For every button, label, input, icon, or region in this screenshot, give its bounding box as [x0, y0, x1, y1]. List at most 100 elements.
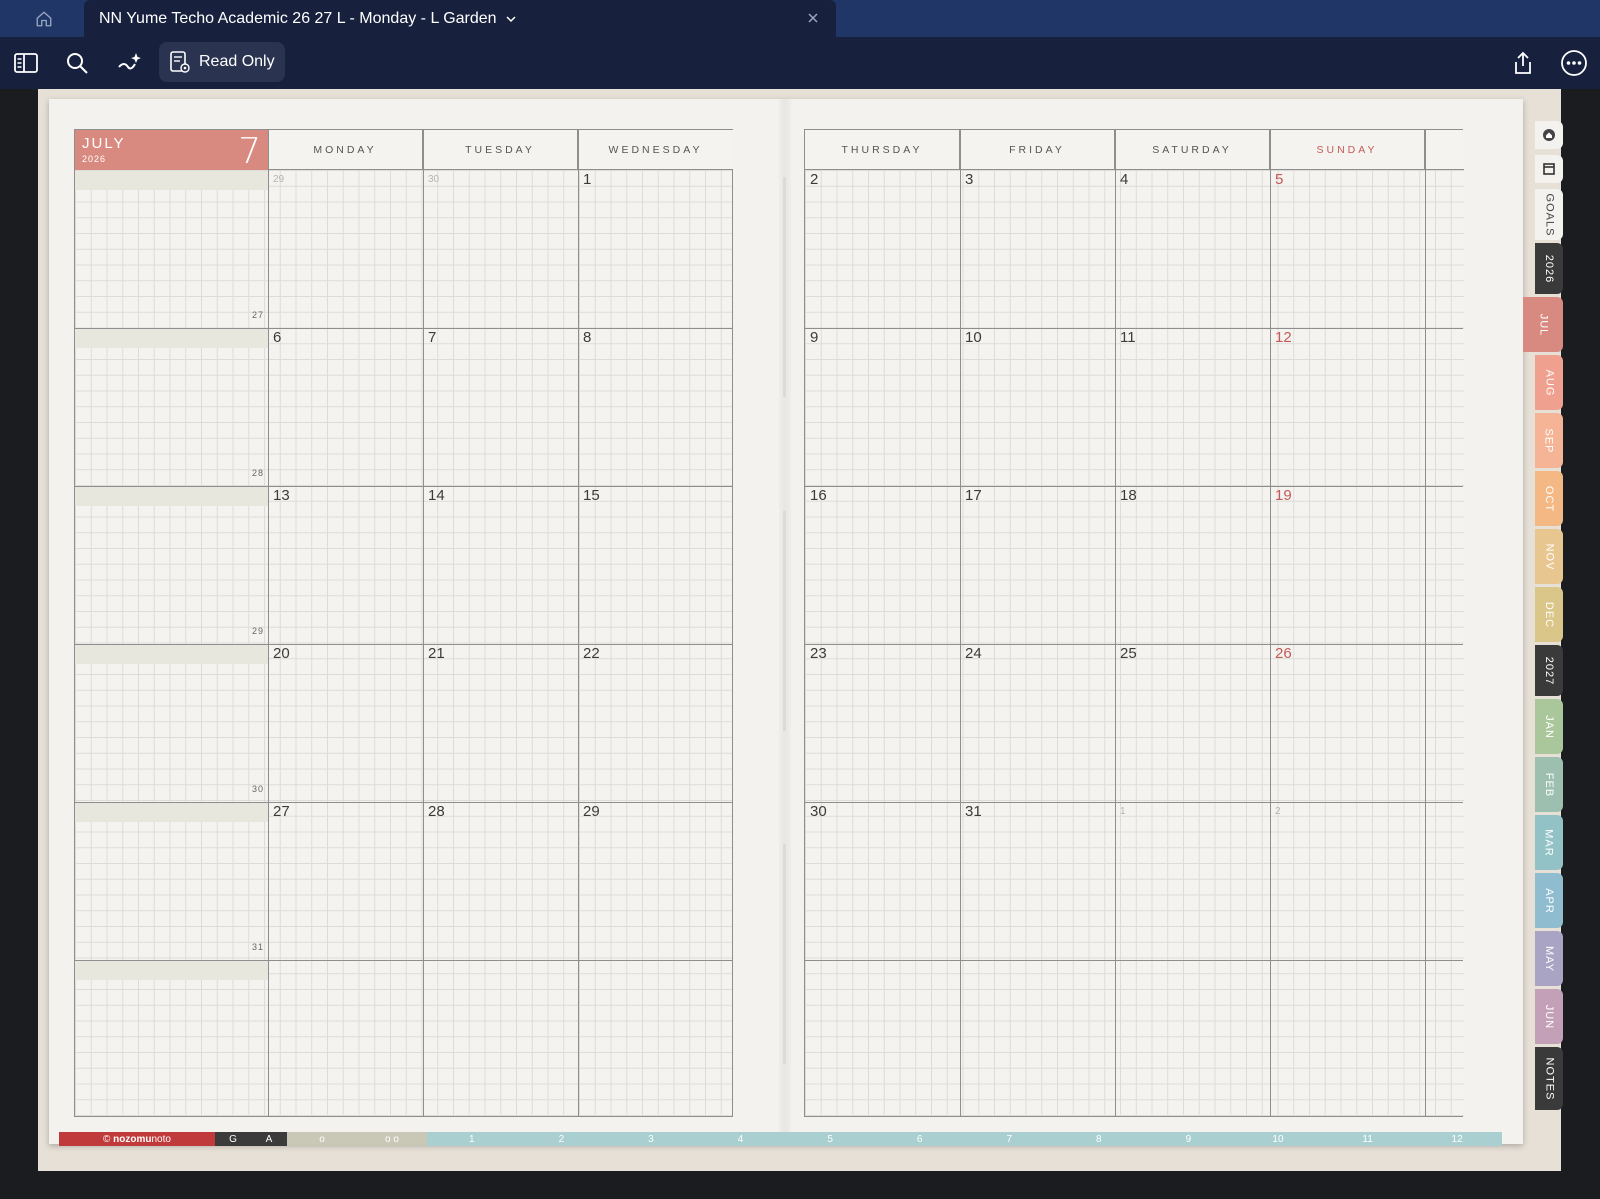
side-tab-nov[interactable]: NOV: [1535, 529, 1563, 584]
chevron-down-icon[interactable]: [505, 13, 517, 25]
day-number[interactable]: 9: [810, 329, 818, 346]
home-tab[interactable]: [18, 6, 70, 31]
side-tab-mar[interactable]: MAR: [1535, 815, 1563, 870]
column-divider: [268, 130, 269, 1116]
footer-month-link[interactable]: 2: [517, 1134, 607, 1145]
month-header[interactable]: JULY 2026 7: [75, 130, 268, 172]
week-label-band: [75, 803, 268, 822]
week-label-band: [75, 961, 268, 980]
footer-month-link[interactable]: 7: [964, 1134, 1054, 1145]
sidebar-toggle-button[interactable]: [10, 47, 42, 79]
day-number[interactable]: 14: [428, 487, 445, 504]
side-tab-notes[interactable]: NOTES: [1535, 1047, 1563, 1110]
day-number[interactable]: 27: [273, 803, 290, 820]
footer-month-link[interactable]: 12: [1412, 1134, 1502, 1145]
footer-dot-link[interactable]: o: [287, 1132, 357, 1146]
day-number[interactable]: 29: [583, 803, 600, 820]
day-number[interactable]: 4: [1120, 171, 1128, 188]
document-viewer[interactable]: JULY 2026 7 MONDAY TUESDAY WEDNESDAY 27 2…: [0, 89, 1600, 1199]
side-tab-may[interactable]: MAY: [1535, 931, 1563, 986]
day-number[interactable]: 6: [273, 329, 281, 346]
day-number[interactable]: 22: [583, 645, 600, 662]
side-home-button[interactable]: [1535, 121, 1563, 149]
home-icon[interactable]: [35, 10, 53, 28]
footer-month-link[interactable]: 6: [875, 1134, 965, 1145]
day-number[interactable]: 26: [1275, 645, 1292, 662]
document-title[interactable]: NN Yume Techo Academic 26 27 L - Monday …: [99, 10, 497, 28]
day-number[interactable]: 1: [583, 171, 591, 188]
footer-month-label: 8: [1096, 1133, 1102, 1145]
day-number[interactable]: 7: [428, 329, 436, 346]
side-tab-goals[interactable]: GOALS: [1535, 189, 1563, 240]
footer-dot-link[interactable]: o o: [357, 1132, 427, 1146]
brand-link[interactable]: © nozomu noto: [59, 1132, 215, 1146]
close-icon[interactable]: [806, 11, 820, 25]
planner-page[interactable]: JULY 2026 7 MONDAY TUESDAY WEDNESDAY 27 2…: [49, 99, 1563, 1146]
day-number[interactable]: 13: [273, 487, 290, 504]
more-button[interactable]: [1558, 47, 1590, 79]
footer-month-link[interactable]: 10: [1233, 1134, 1323, 1145]
footer-month-link[interactable]: 8: [1054, 1134, 1144, 1145]
side-tab-jun[interactable]: JUN: [1535, 989, 1563, 1044]
side-tab-aug[interactable]: AUG: [1535, 355, 1563, 410]
side-tab-2026[interactable]: 2026: [1535, 243, 1563, 294]
footer-month-link[interactable]: 3: [606, 1134, 696, 1145]
share-button[interactable]: [1507, 47, 1539, 79]
side-tab-jul[interactable]: JUL: [1523, 297, 1563, 352]
day-number[interactable]: 2: [1275, 806, 1281, 817]
read-only-button[interactable]: Read Only: [159, 42, 285, 82]
document-tab[interactable]: NN Yume Techo Academic 26 27 L - Monday …: [84, 0, 836, 37]
side-tab-label: 2026: [1543, 254, 1556, 283]
footer-month-label: 4: [737, 1133, 744, 1145]
column-divider: [423, 130, 424, 1116]
side-page-button[interactable]: [1535, 155, 1563, 183]
footer-month-label: 2: [558, 1133, 565, 1145]
side-tab-apr[interactable]: APR: [1535, 873, 1563, 928]
ai-tools-button[interactable]: [113, 47, 145, 79]
day-number[interactable]: 30: [810, 803, 827, 820]
day-number[interactable]: 28: [428, 803, 445, 820]
day-number[interactable]: 29: [273, 174, 284, 185]
day-number[interactable]: 25: [1120, 645, 1137, 662]
day-number[interactable]: 16: [810, 487, 827, 504]
footer-link-a[interactable]: A: [251, 1132, 287, 1146]
side-tab-2027[interactable]: 2027: [1535, 645, 1563, 696]
day-number[interactable]: 10: [965, 329, 982, 346]
footer-month-link[interactable]: 11: [1323, 1134, 1413, 1145]
side-tab-dec[interactable]: DEC: [1535, 587, 1563, 642]
side-tab-label: MAR: [1542, 828, 1555, 857]
side-tab-sep[interactable]: SEP: [1535, 413, 1563, 468]
footer-month-link[interactable]: 4: [696, 1134, 786, 1145]
day-number[interactable]: 11: [1120, 329, 1136, 346]
footer-month-link[interactable]: 9: [1144, 1134, 1234, 1145]
footer-month-label: 10: [1272, 1133, 1284, 1145]
day-number[interactable]: 18: [1120, 487, 1137, 504]
footer-month-label: 12: [1451, 1133, 1463, 1145]
day-number[interactable]: 3: [965, 171, 973, 188]
day-number[interactable]: 31: [965, 803, 982, 820]
search-button[interactable]: [61, 47, 93, 79]
day-number[interactable]: 23: [810, 645, 827, 662]
day-number[interactable]: 30: [428, 174, 439, 185]
day-number[interactable]: 8: [583, 329, 591, 346]
side-tab-feb[interactable]: FEB: [1535, 757, 1563, 812]
day-number[interactable]: 5: [1275, 171, 1283, 188]
footer-link-g[interactable]: G: [215, 1132, 251, 1146]
toolbar: Read Only: [0, 37, 1600, 89]
day-number[interactable]: 1: [1120, 806, 1126, 817]
day-number[interactable]: 21: [428, 645, 445, 662]
day-number[interactable]: 17: [965, 487, 982, 504]
side-tab-oct[interactable]: OCT: [1535, 471, 1563, 526]
footer-month-link[interactable]: 5: [785, 1134, 875, 1145]
day-number[interactable]: 20: [273, 645, 290, 662]
day-number[interactable]: 12: [1275, 329, 1292, 346]
footer-month-link[interactable]: 1: [427, 1134, 517, 1145]
side-tab-label: APR: [1543, 887, 1555, 914]
footer-month-label: 6: [916, 1133, 923, 1145]
footer-month-label: 3: [648, 1133, 654, 1145]
day-number[interactable]: 15: [583, 487, 600, 504]
day-number[interactable]: 2: [810, 171, 818, 188]
day-number[interactable]: 19: [1275, 487, 1292, 504]
day-number[interactable]: 24: [965, 645, 982, 662]
side-tab-jan[interactable]: JAN: [1535, 699, 1563, 754]
